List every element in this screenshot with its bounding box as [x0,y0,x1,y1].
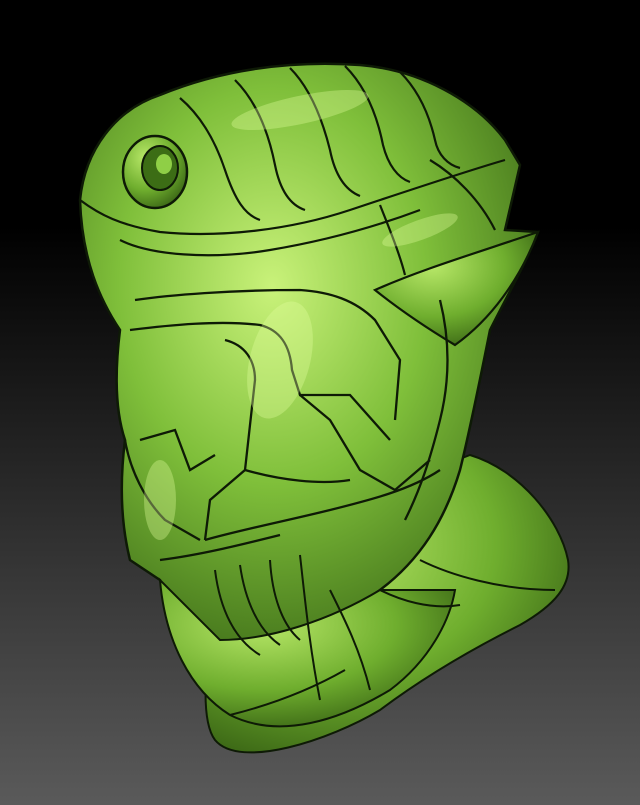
render-viewport[interactable] [0,0,640,805]
forehead-ring [121,134,189,210]
sculpt-render [0,0,640,805]
